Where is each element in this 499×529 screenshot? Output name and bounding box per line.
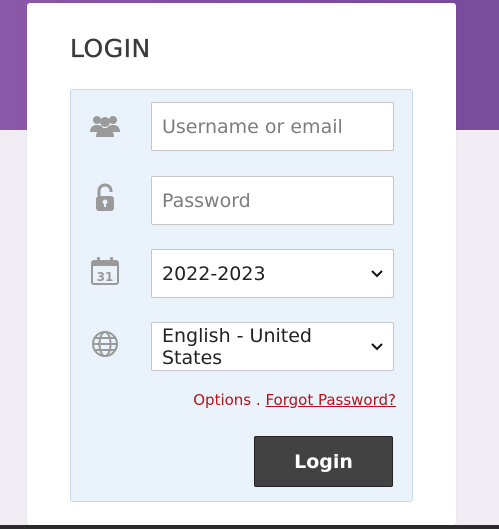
school-year-select[interactable]: 2022-2023 (151, 249, 394, 298)
login-form-panel: 31 2022-2023 English - United State (70, 89, 413, 502)
lock-icon (89, 182, 121, 214)
chevron-down-icon (371, 268, 383, 280)
language-select[interactable]: English - United States (151, 322, 394, 371)
login-links: Options . Forgot Password? (193, 391, 396, 409)
calendar-day-number: 31 (97, 270, 114, 284)
language-value: English - United States (162, 324, 312, 369)
login-button[interactable]: Login (254, 436, 393, 487)
globe-icon (89, 328, 121, 360)
footer-bar (0, 525, 499, 529)
options-link[interactable]: Options (193, 391, 251, 409)
link-separator: . (251, 391, 266, 409)
users-icon (89, 110, 121, 142)
forgot-password-link[interactable]: Forgot Password? (265, 391, 396, 409)
username-input[interactable] (151, 102, 394, 151)
login-title: LOGIN (70, 34, 151, 63)
login-card: LOGIN Username or email 31 2022-2023 Eng… (27, 3, 456, 525)
calendar-icon: 31 (89, 255, 121, 287)
password-input[interactable] (151, 176, 394, 225)
chevron-down-icon (371, 341, 383, 353)
school-year-value: 2022-2023 (162, 262, 266, 285)
